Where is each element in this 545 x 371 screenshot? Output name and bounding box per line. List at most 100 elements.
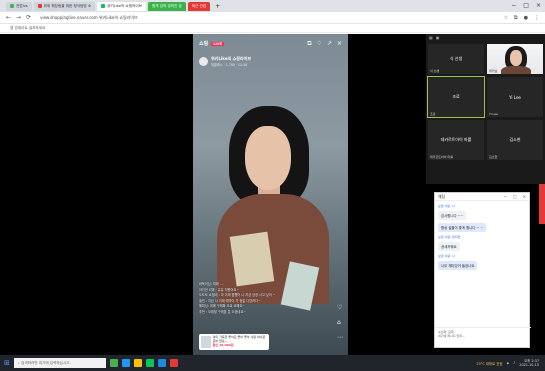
date: 2021-10-15	[519, 363, 539, 367]
participant-caption: 김소현	[489, 155, 498, 159]
participant-caption: 위키님	[489, 69, 498, 73]
participant-name: 김소현	[509, 137, 521, 142]
view-icon[interactable]: ▣	[436, 35, 440, 40]
chat-compose: 수신자: 모두 여기에 메시지 입력...	[435, 327, 531, 347]
clock[interactable]: 오후 2:37 2021-10-15	[519, 359, 539, 367]
browser-tab-active[interactable]: 위키Like의 쇼핑라이브	[97, 1, 146, 11]
message-sender: 보낸 사람: 나	[438, 254, 455, 258]
tab-label: 위키Like의 쇼핑라이브	[107, 3, 142, 8]
app-icon[interactable]	[169, 359, 178, 367]
app-icon[interactable]	[133, 359, 142, 367]
participant-tile-camera[interactable]: 위키님	[487, 44, 543, 74]
address-bar-actions: ☆ ⧉ ● ⋮	[504, 15, 539, 21]
url-field[interactable]: view.shoppinglive.naver.com 위키Like의 쇼핑라이…	[40, 15, 138, 21]
participant-tile[interactable]: 김소현 김소현	[487, 120, 543, 160]
more-icon[interactable]: ⋯	[337, 334, 343, 341]
minimize-button[interactable]: −	[511, 2, 516, 9]
favicon-icon	[10, 4, 14, 8]
maximize-icon[interactable]: □	[513, 194, 517, 199]
participant-name: 데카르트아이 마를	[440, 137, 472, 142]
close-icon[interactable]: ×	[523, 194, 526, 199]
participant-face	[510, 50, 522, 66]
tab-label: 위위 웨딩링을 위한 정석탐방 소	[43, 3, 92, 8]
star-icon[interactable]: ☆	[504, 15, 508, 21]
chat-message: 항상 설을이 좋게 합니다 ~ ~	[438, 223, 487, 232]
participant-caption: 조료	[430, 112, 436, 116]
volume-icon[interactable]: ♪	[513, 361, 515, 365]
browser-tab[interactable]: 위위 웨딩링을 위한 정석탐방 소	[33, 1, 96, 11]
alarm-icon[interactable]: ♢	[317, 40, 322, 48]
participant-tile[interactable]: Yi Lee Yi Lee	[487, 77, 543, 117]
live-side-actions: ♡ ⌂ ⋯	[337, 304, 343, 341]
share-icon[interactable]: ↗	[327, 40, 332, 48]
network-icon[interactable]: ◈	[507, 361, 510, 365]
app-icon[interactable]	[145, 359, 154, 367]
close-icon[interactable]: ×	[337, 40, 342, 48]
pip-icon[interactable]: ⧉	[307, 40, 311, 48]
chat-message: 너무 재미있어 들었나요	[438, 261, 478, 270]
message-sender: 보낸 사람: 나	[438, 204, 455, 208]
favicon-icon	[101, 4, 106, 8]
participant-caption: 데카르트아이 마를	[430, 155, 454, 159]
minimize-icon[interactable]: −	[504, 194, 507, 199]
tab-label: 원격 강의 강의안 공	[151, 3, 182, 8]
app-icon[interactable]	[157, 359, 166, 367]
menu-icon[interactable]: ⋮	[534, 15, 539, 21]
windows-start-icon[interactable]: ⊞	[4, 359, 10, 367]
participant-name: 조료	[452, 94, 460, 99]
heart-icon[interactable]: ♡	[337, 304, 343, 311]
profile-icon[interactable]: ●	[524, 15, 528, 21]
bookmark-bar: 앱 업데이트 설치하세요	[0, 24, 545, 33]
participant-tile[interactable]: 데카르트아이 마를 데카르트아이 마를	[428, 120, 484, 160]
chat-title: 채팅	[438, 193, 445, 199]
taskbar-search[interactable]: ⌕ 검색하려면 여기에 입력하십시오.	[13, 358, 106, 368]
participant-caption: 식 선생	[430, 69, 440, 73]
extensions-icon[interactable]: ⧉	[514, 15, 518, 21]
participant-body	[501, 66, 531, 74]
live-chat-feed: 바둑이님: 최애 ... 아이언 리파 · 유유 처왔어요~ 도도도 쇼핑네 :…	[199, 282, 309, 315]
forward-icon[interactable]: →	[16, 14, 21, 21]
cart-icon[interactable]: ⌂	[337, 319, 343, 326]
participant-name: 식 선생	[449, 56, 463, 61]
live-video-player[interactable]: 쇼핑 LIVE ⧉ ♢ ↗ × 위키Like의 쇼핑라이브 위클래스 · 1,7…	[193, 34, 348, 355]
system-tray: 23°C 대체로 흐림 ◈ ♪ 오후 2:37 2021-10-15	[476, 359, 545, 367]
participant-tile-active[interactable]: 조료 조료	[427, 76, 485, 118]
browser-tab-bar: 전업ivs 위위 웨딩링을 위한 정석탐방 소 위키Like의 쇼핑라이브 원격…	[0, 0, 545, 12]
taskbar: ⊞ ⌕ 검색하려면 여기에 입력하십시오. 23°C 대체로 흐림 ◈ ♪ 오후…	[0, 355, 545, 371]
new-tab-button[interactable]: +	[212, 3, 223, 10]
bookmark-item[interactable]: 앱 업데이트 설치하세요	[10, 26, 45, 31]
gallery-header: ▦ ▣	[426, 34, 545, 41]
browser-tab[interactable]: 전업ivs	[6, 1, 32, 11]
host-face	[245, 126, 291, 190]
search-placeholder: 검색하려면 여기에 입력하십시오.	[21, 360, 71, 365]
channel-meta: 위클래스 · 1,780 · 12:38	[211, 63, 248, 67]
weather-widget[interactable]: 23°C 대체로 흐림	[476, 361, 502, 366]
app-icon[interactable]	[109, 359, 118, 367]
participant-tile[interactable]: 식 선생 식 선생	[428, 44, 484, 74]
chat-messages: 보낸 사람: 나 감사합니다 ~~ 항상 설을이 좋게 합니다 ~ ~ 보낸 사…	[435, 201, 529, 273]
live-header: 쇼핑 LIVE	[199, 40, 225, 47]
browser-tab[interactable]: 원격 강의 강의안 공	[147, 1, 186, 11]
side-tab[interactable]	[539, 184, 545, 224]
product-card[interactable]: 의미 가득한 좋아요 좋아 좋아 사랑 하나로 준비 완료~ 할인 18,000…	[199, 334, 269, 350]
tab-label: 전업ivs	[16, 3, 28, 8]
browser-tab[interactable]: 퇴근 관련	[187, 1, 211, 11]
avatar	[199, 57, 208, 66]
product-thumbnail	[201, 336, 211, 348]
channel-info[interactable]: 위키Like의 쇼핑라이브 위클래스 · 1,780 · 12:38	[199, 56, 251, 67]
chat-message: 공세지웨요	[438, 242, 460, 251]
grid-icon[interactable]: ▦	[429, 35, 433, 40]
chat-title-bar: 채팅 − □ ×	[435, 193, 529, 201]
reload-icon[interactable]: ⟳	[26, 14, 31, 21]
live-badge: LIVE	[211, 41, 225, 46]
back-icon[interactable]: ←	[6, 14, 11, 21]
shopping-logo: 쇼핑	[199, 41, 209, 47]
page-content: 쇼핑 LIVE ⧉ ♢ ↗ × 위키Like의 쇼핑라이브 위클래스 · 1,7…	[0, 34, 545, 355]
message-input[interactable]: 여기에 메시지 입력...	[438, 334, 528, 338]
message-sender: 보낸 사람: 유지현	[438, 235, 461, 239]
app-icon[interactable]	[121, 359, 130, 367]
window-controls: − □ ×	[511, 2, 541, 9]
close-window-button[interactable]: ×	[536, 2, 541, 9]
maximize-button[interactable]: □	[523, 2, 529, 9]
product-book	[229, 231, 275, 287]
